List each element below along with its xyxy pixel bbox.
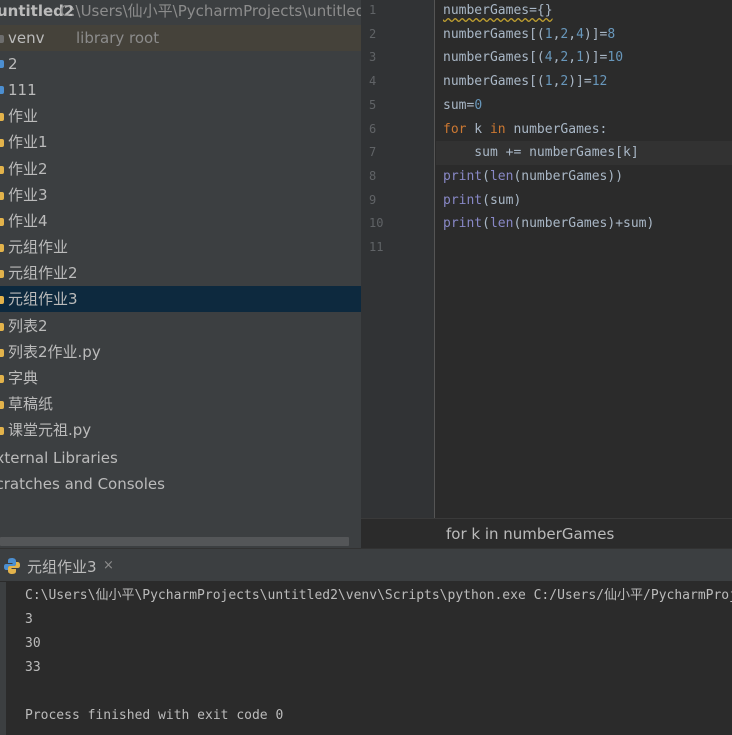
tree-item[interactable]: 作业4 bbox=[0, 208, 361, 234]
tree-item[interactable]: 111 bbox=[0, 77, 361, 103]
tree-item-label: 元组作业3 bbox=[8, 290, 78, 308]
python-file-icon bbox=[0, 244, 4, 252]
python-file-icon bbox=[0, 218, 4, 226]
breadcrumb-item[interactable]: for k in numberGames bbox=[446, 525, 614, 543]
line-number: 1 bbox=[369, 3, 377, 17]
code-line[interactable]: numberGames[(4,2,1)]=10 bbox=[443, 46, 623, 70]
line-number: 5 bbox=[369, 98, 377, 112]
tree-item-venv[interactable]: venv library root bbox=[0, 25, 361, 51]
line-number: 4 bbox=[369, 74, 377, 88]
run-tool-window: 元组作业3 × C:\Users\仙小平\PycharmProjects\unt… bbox=[0, 548, 732, 735]
tree-item-label: 2 bbox=[8, 55, 18, 73]
tree-item[interactable]: 课堂元祖.py bbox=[0, 417, 361, 443]
python-file-icon bbox=[0, 323, 4, 331]
tree-item[interactable]: 草稿纸 bbox=[0, 391, 361, 417]
python-file-icon bbox=[0, 166, 4, 174]
python-file-icon bbox=[0, 270, 4, 278]
line-number: 3 bbox=[369, 50, 377, 64]
library-root-label: library root bbox=[76, 29, 160, 47]
python-file-icon bbox=[0, 349, 4, 357]
tree-item[interactable]: 作业3 bbox=[0, 182, 361, 208]
code-line[interactable]: for k in numberGames: bbox=[443, 118, 607, 142]
tree-item[interactable]: 作业1 bbox=[0, 129, 361, 155]
python-blue-icon bbox=[0, 60, 4, 68]
console-output-line: C:\Users\仙小平\PycharmProjects\untitled2\v… bbox=[25, 588, 732, 603]
code-line[interactable]: print(len(numberGames)+sum) bbox=[443, 212, 654, 236]
tree-item-scratches[interactable]: Scratches and Consoles bbox=[0, 471, 361, 497]
console-output-line: 30 bbox=[25, 636, 41, 651]
tree-item[interactable]: 作业2 bbox=[0, 156, 361, 182]
line-number: 9 bbox=[369, 193, 377, 207]
tree-item-label: 作业3 bbox=[8, 186, 48, 204]
line-number: 10 bbox=[369, 216, 384, 230]
line-number: 7 bbox=[369, 145, 377, 159]
python-icon bbox=[4, 558, 20, 574]
code-line[interactable]: numberGames[(1,2)]=12 bbox=[443, 70, 607, 94]
tree-item-label: 元组作业2 bbox=[8, 264, 78, 282]
tree-item[interactable]: 元组作业3 bbox=[0, 286, 361, 312]
code-line[interactable]: numberGames[(1,2,4)]=8 bbox=[443, 23, 615, 47]
line-number: 8 bbox=[369, 169, 377, 183]
console-output-line: 33 bbox=[25, 660, 41, 675]
project-tree-panel: untitled2 C:\Users\仙小平\PycharmProjects\u… bbox=[0, 0, 361, 548]
code-line[interactable]: print(sum) bbox=[443, 189, 521, 213]
tree-item-label: Scratches and Consoles bbox=[0, 475, 165, 493]
tree-item[interactable]: 列表2作业.py bbox=[0, 339, 361, 365]
tree-item-external-libraries[interactable]: External Libraries bbox=[0, 445, 361, 471]
python-file-icon bbox=[0, 296, 4, 304]
tree-item-label: 列表2作业.py bbox=[8, 343, 101, 361]
tree-item[interactable]: 字典 bbox=[0, 365, 361, 391]
tree-item-label: 111 bbox=[8, 81, 37, 99]
tree-item-label: 列表2 bbox=[8, 317, 48, 335]
python-file-icon bbox=[0, 192, 4, 200]
close-icon[interactable]: × bbox=[103, 558, 114, 573]
line-number: 11 bbox=[369, 240, 384, 254]
console-output-line: Process finished with exit code 0 bbox=[25, 708, 284, 723]
line-number: 2 bbox=[369, 27, 377, 41]
run-tab-label[interactable]: 元组作业3 bbox=[27, 556, 97, 577]
tree-item-label: 作业4 bbox=[8, 212, 48, 230]
python-file-icon bbox=[0, 401, 4, 409]
python-file-icon bbox=[0, 375, 4, 383]
tree-item[interactable]: 作业 bbox=[0, 103, 361, 129]
code-line[interactable]: sum=0 bbox=[443, 94, 482, 118]
code-line[interactable]: print(len(numberGames)) bbox=[443, 165, 623, 189]
folder-icon bbox=[0, 35, 4, 43]
python-file-icon bbox=[0, 113, 4, 121]
line-number: 6 bbox=[369, 122, 377, 136]
run-tab-bar: 元组作业3 × bbox=[0, 549, 732, 582]
run-toolbar bbox=[0, 582, 6, 735]
tree-item-label: 作业1 bbox=[8, 133, 48, 151]
tree-item[interactable]: 2 bbox=[0, 51, 361, 77]
code-line[interactable]: numberGames={} bbox=[443, 0, 553, 23]
tree-item[interactable]: 元组作业 bbox=[0, 234, 361, 260]
python-file-icon bbox=[0, 427, 4, 435]
horizontal-scrollbar[interactable] bbox=[0, 537, 349, 546]
code-line[interactable]: sum += numberGames[k] bbox=[443, 141, 638, 165]
breadcrumb[interactable]: for k in numberGames bbox=[361, 518, 732, 548]
tree-item-label: 字典 bbox=[8, 369, 39, 387]
project-root-path: C:\Users\仙小平\PycharmProjects\untitled bbox=[60, 2, 361, 20]
project-root-row[interactable]: untitled2 C:\Users\仙小平\PycharmProjects\u… bbox=[0, 0, 361, 24]
python-blue-icon bbox=[0, 86, 4, 94]
python-file-icon bbox=[0, 139, 4, 147]
tree-item-label: venv bbox=[8, 29, 45, 47]
tree-item-label: 作业2 bbox=[8, 160, 48, 178]
tree-item-label: External Libraries bbox=[0, 449, 118, 467]
console-output-line: 3 bbox=[25, 612, 33, 627]
tree-item[interactable]: 列表2 bbox=[0, 313, 361, 339]
tree-item-label: 草稿纸 bbox=[8, 395, 54, 413]
tree-item-label: 课堂元祖.py bbox=[8, 421, 92, 439]
tree-item[interactable]: 元组作业2 bbox=[0, 260, 361, 286]
code-editor[interactable]: 1 2 3 4 5 6 7 8 9 10 11 numberGames={} numberGames[… bbox=[361, 0, 732, 548]
tree-item-label: 作业 bbox=[8, 107, 39, 125]
tree-item-label: 元组作业 bbox=[8, 238, 69, 256]
